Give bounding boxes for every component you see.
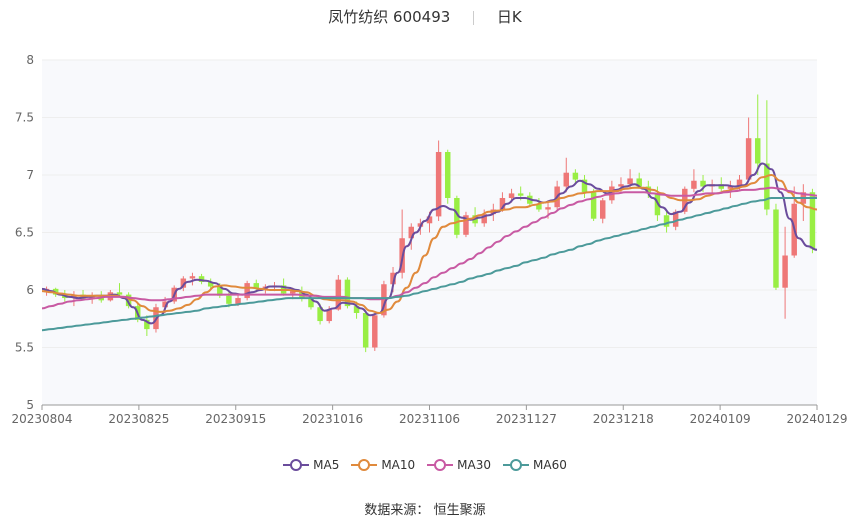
candle-body [809,192,816,249]
legend-marker-circle [290,459,303,471]
legend-marker-icon [351,459,378,471]
candle-body [445,152,451,198]
y-tick-label: 6.5 [15,226,34,240]
candle-body [627,178,633,185]
legend-item-ma5[interactable]: MA5 [283,458,339,472]
candle-body [755,138,761,164]
candle-body [545,207,551,210]
x-tick-label: 20231127 [496,412,557,426]
y-tick-label: 8 [26,53,34,67]
y-tick-label: 7 [26,168,34,182]
candle-body [362,313,369,348]
x-tick-label: 20231016 [302,412,363,426]
candle-body [235,298,241,304]
candle-body [600,200,606,219]
x-tick-label: 20240129 [786,412,847,426]
legend-item-ma60[interactable]: MA60 [503,458,567,472]
legend-marker-circle [358,459,371,471]
x-tick-label: 20240109 [690,412,751,426]
candlestick-chart: 5 5.5 6 6.5 7 7.5 8 20230804 20230825 20230915 202… [11,53,847,426]
candle-body [764,163,770,210]
x-tick-label: 20231106 [399,412,460,426]
legend-marker-icon [503,459,530,471]
candle-body [189,276,196,279]
legend-marker-icon [427,459,454,471]
chart-legend: MA5 MA10 MA30 MA60 [0,458,850,475]
y-tick-label: 6 [26,283,34,297]
y-tick-label: 7.5 [15,111,34,125]
candle-body [782,255,788,288]
legend-label: MA5 [313,458,340,472]
candle-body [691,180,697,189]
candle-body [226,295,232,304]
candle-body [563,172,569,187]
x-tick-label: 20230825 [108,412,169,426]
candle-body [773,209,779,288]
candle-body [572,172,579,180]
legend-label: MA30 [457,458,492,472]
candle-body [372,315,378,348]
legend-label: MA60 [533,458,567,472]
x-tick-label: 20230804 [11,412,72,426]
x-tick-label: 20230915 [205,412,266,426]
data-source: 数据来源： 恒生聚源 [0,499,850,518]
candle-body [508,193,515,198]
y-tick-label: 5 [26,398,34,412]
candle-body [517,193,524,196]
legend-label: MA10 [381,458,416,472]
legend-marker-icon [283,459,310,471]
legend-marker-circle [434,459,447,471]
candle-body [745,138,752,180]
legend-item-ma10[interactable]: MA10 [351,458,415,472]
x-tick-label: 20231218 [593,412,654,426]
legend-item-ma30[interactable]: MA30 [427,458,491,472]
y-tick-label: 5.5 [15,341,34,355]
candle-body [244,283,250,299]
legend-marker-circle [510,459,523,471]
candle-body [590,192,597,219]
